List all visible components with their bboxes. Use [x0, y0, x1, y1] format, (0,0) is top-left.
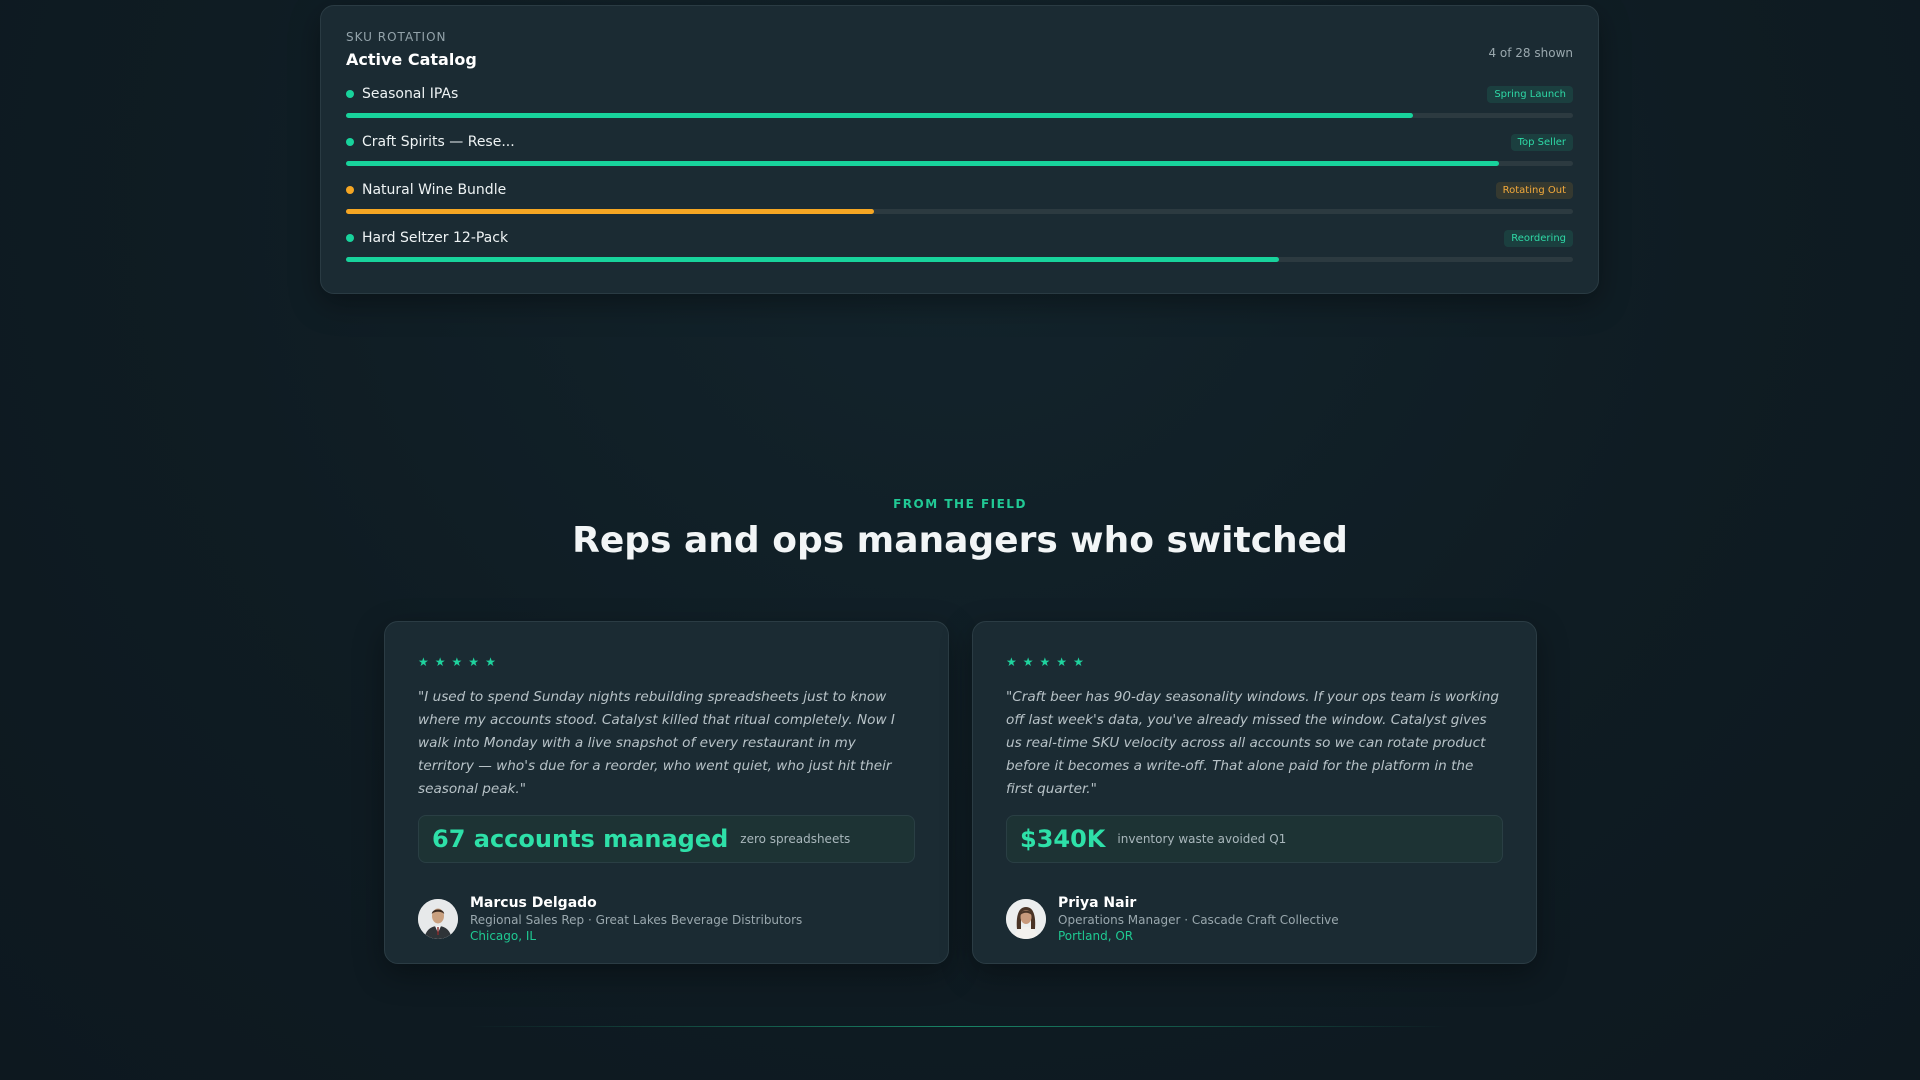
sku-rotation-card: SKU ROTATION Active Catalog 4 of 28 show…: [320, 5, 1599, 294]
stat-highlight: $340K inventory waste avoided Q1: [1006, 815, 1503, 863]
author-name: Priya Nair: [1058, 895, 1137, 911]
sku-kicker: SKU ROTATION: [346, 30, 447, 44]
star-icon: ★: [1022, 655, 1034, 669]
avatar: [418, 899, 458, 939]
author-role: Operations Manager · Cascade Craft Colle…: [1058, 913, 1339, 927]
star-rating: ★ ★ ★ ★ ★: [1006, 652, 1503, 672]
progress-track: [346, 209, 1573, 214]
progress-track: [346, 113, 1573, 118]
sku-row[interactable]: Hard Seltzer 12-Pack Reordering: [346, 227, 1573, 275]
stat-note: inventory waste avoided Q1: [1117, 832, 1287, 846]
author: Priya Nair Operations Manager · Cascade …: [1006, 895, 1503, 943]
stat-note: zero spreadsheets: [740, 832, 851, 846]
sku-name: Seasonal IPAs: [362, 86, 459, 102]
progress-fill: [346, 113, 1414, 118]
status-dot: [346, 90, 354, 98]
sku-row[interactable]: Craft Spirits — Rese... Top Seller: [346, 131, 1573, 179]
star-rating: ★ ★ ★ ★ ★: [418, 652, 915, 672]
sku-name: Craft Spirits — Rese...: [362, 134, 515, 150]
sku-list: Seasonal IPAs Spring Launch Craft Spirit…: [346, 83, 1573, 275]
sku-shown-count: 4 of 28 shown: [1488, 46, 1573, 60]
testimonial-quote: "I used to spend Sunday nights rebuildin…: [418, 689, 895, 797]
author-location: Portland, OR: [1058, 929, 1134, 943]
star-icon: ★: [434, 655, 446, 669]
progress-fill: [346, 257, 1279, 262]
testimonial-quote: "Craft beer has 90-day seasonality windo…: [1006, 689, 1499, 797]
stat-highlight: 67 accounts managed zero spreadsheets: [418, 815, 915, 863]
status-dot: [346, 186, 354, 194]
author-location: Chicago, IL: [470, 929, 537, 943]
star-icon: ★: [1039, 655, 1051, 669]
stat-value: $340K: [1020, 825, 1106, 853]
sku-card-title: Active Catalog: [346, 50, 477, 69]
star-icon: ★: [1073, 655, 1084, 669]
star-icon: ★: [1056, 655, 1068, 669]
status-badge: Spring Launch: [1487, 85, 1573, 103]
author: Marcus Delgado Regional Sales Rep · Grea…: [418, 895, 915, 943]
testimonial-card: ★ ★ ★ ★ ★ "I used to spend Sunday nights…: [384, 621, 949, 964]
section-divider: [470, 1026, 1450, 1027]
status-dot: [346, 138, 354, 146]
status-badge: Rotating Out: [1495, 181, 1573, 199]
star-icon: ★: [468, 655, 480, 669]
star-icon: ★: [1006, 655, 1017, 669]
author-name: Marcus Delgado: [470, 895, 597, 911]
stat-value: 67 accounts managed: [432, 825, 729, 853]
sku-name: Natural Wine Bundle: [362, 182, 507, 198]
star-icon: ★: [485, 655, 496, 669]
star-icon: ★: [418, 655, 429, 669]
sku-name: Hard Seltzer 12-Pack: [362, 230, 509, 246]
sku-row[interactable]: Seasonal IPAs Spring Launch: [346, 83, 1573, 131]
progress-fill: [346, 209, 874, 214]
testimonial-card: ★ ★ ★ ★ ★ "Craft beer has 90-day seasona…: [972, 621, 1537, 964]
author-role: Regional Sales Rep · Great Lakes Beverag…: [470, 913, 803, 927]
status-dot: [346, 234, 354, 242]
sku-row[interactable]: Natural Wine Bundle Rotating Out: [346, 179, 1573, 227]
section-title: Reps and ops managers who switched: [572, 520, 1348, 561]
section-eyebrow: FROM THE FIELD: [893, 497, 1027, 511]
avatar: [1006, 899, 1046, 939]
progress-track: [346, 161, 1573, 166]
status-badge: Reordering: [1504, 229, 1573, 247]
progress-fill: [346, 161, 1500, 166]
status-badge: Top Seller: [1510, 133, 1573, 151]
star-icon: ★: [451, 655, 463, 669]
progress-track: [346, 257, 1573, 262]
